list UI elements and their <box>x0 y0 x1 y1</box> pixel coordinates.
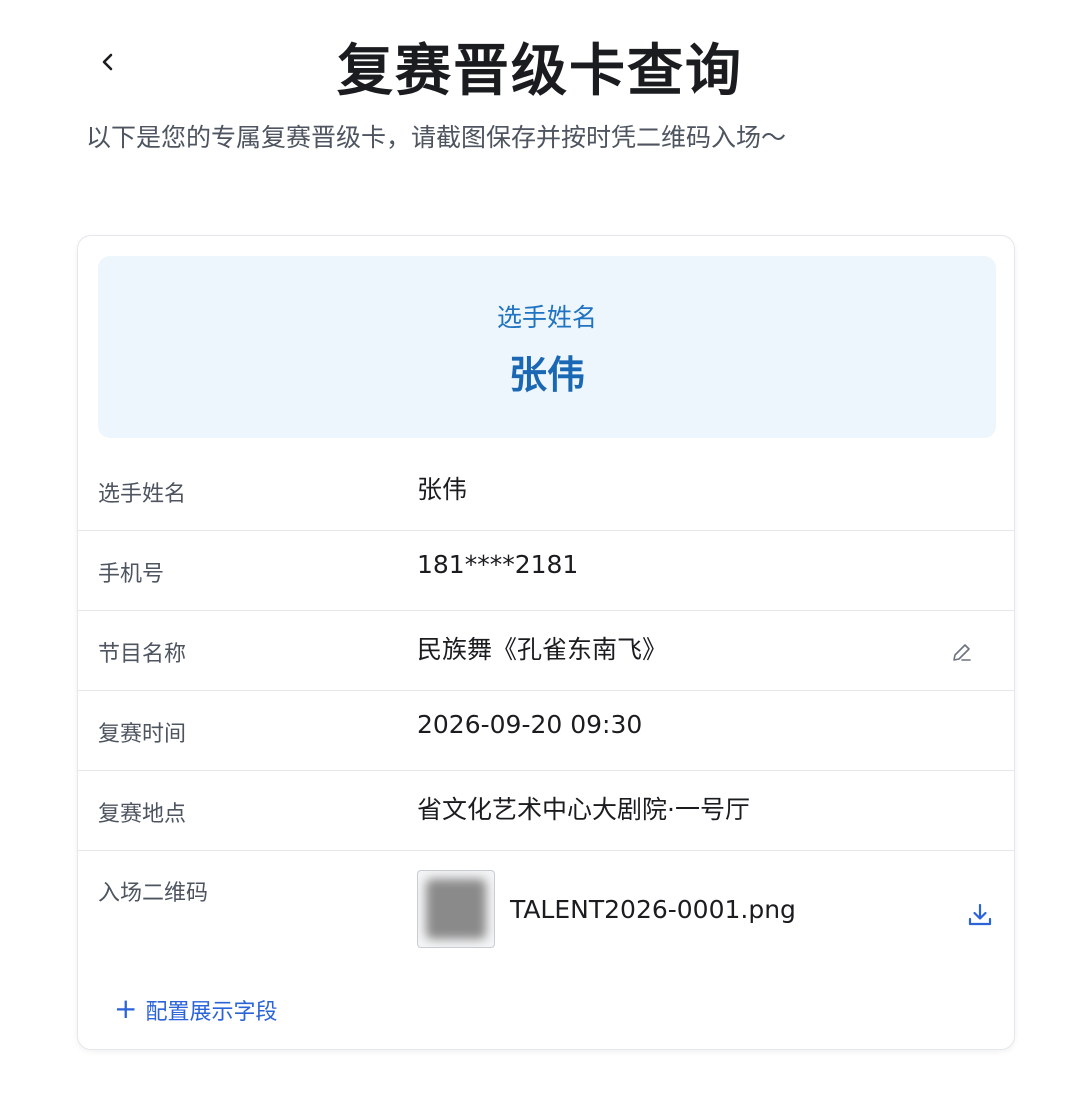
edit-pencil-icon <box>953 644 971 661</box>
field-row-time: 复赛时间 2026-09-20 09:30 <box>78 690 1014 771</box>
field-label: 选手姓名 <box>98 482 187 507</box>
field-value: 民族舞《孔雀东南飞》 <box>417 635 668 664</box>
plus-icon: + <box>114 992 138 1025</box>
hero-banner: 选手姓名 张伟 <box>98 256 996 438</box>
download-qr-button[interactable] <box>966 901 994 929</box>
field-label: 复赛时间 <box>98 722 187 747</box>
add-display-field-button[interactable]: + 配置展示字段 <box>114 994 277 1026</box>
field-row-name: 选手姓名 张伟 <box>78 450 1014 531</box>
field-value: 2026-09-20 09:30 <box>417 710 643 739</box>
edit-program-button[interactable] <box>950 640 974 664</box>
field-value: 省文化艺术中心大剧院·一号厅 <box>417 795 750 824</box>
hero-label: 选手姓名 <box>496 303 597 332</box>
download-icon <box>968 903 992 926</box>
field-label: 节目名称 <box>98 642 187 667</box>
field-row-phone: 手机号 181****2181 <box>78 530 1014 611</box>
field-value: 张伟 <box>417 475 468 504</box>
hero-contestant-name: 张伟 <box>508 353 585 397</box>
page-subtitle: 以下是您的专属复赛晋级卡，请截图保存并按时凭二维码入场～ <box>86 123 787 152</box>
qr-filename: TALENT2026-0001.png <box>510 895 796 924</box>
field-label: 入场二维码 <box>98 881 209 906</box>
field-row-qrcode: 入场二维码 TALENT2026-0001.png <box>78 849 1014 969</box>
field-value: 181****2181 <box>417 550 579 579</box>
field-label: 复赛地点 <box>98 802 187 827</box>
page-title: 复赛晋级卡查询 <box>337 39 743 104</box>
qr-code-thumbnail[interactable] <box>417 870 495 948</box>
add-field-label: 配置展示字段 <box>145 1000 278 1025</box>
promotion-card: 选手姓名 张伟 选手姓名 张伟 手机号 181****2181 节目名称 民族舞… <box>77 235 1015 1050</box>
qr-code-image <box>426 879 486 939</box>
field-label: 手机号 <box>98 562 165 587</box>
field-row-program: 节目名称 民族舞《孔雀东南飞》 <box>78 610 1014 691</box>
field-row-venue: 复赛地点 省文化艺术中心大剧院·一号厅 <box>78 770 1014 851</box>
